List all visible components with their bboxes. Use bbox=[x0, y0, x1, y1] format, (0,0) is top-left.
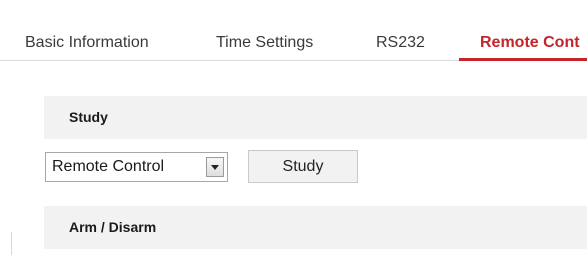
remote-control-select-value: Remote Control bbox=[52, 158, 165, 175]
remote-control-select[interactable]: Remote Control bbox=[45, 152, 228, 182]
active-tab-indicator bbox=[459, 58, 587, 61]
tab-remote-control[interactable]: Remote Cont bbox=[480, 34, 580, 52]
arm-disarm-section-header: Arm / Disarm bbox=[44, 206, 587, 249]
tab-basic-information[interactable]: Basic Information bbox=[25, 34, 149, 52]
settings-tab-bar: Basic Information Time Settings RS232 Re… bbox=[0, 0, 587, 61]
tab-time-settings[interactable]: Time Settings bbox=[216, 34, 313, 52]
chevron-down-icon bbox=[211, 165, 219, 170]
study-button[interactable]: Study bbox=[248, 150, 358, 183]
dropdown-toggle[interactable] bbox=[206, 157, 224, 177]
arm-disarm-section-title: Arm / Disarm bbox=[69, 219, 157, 235]
study-section-title: Study bbox=[69, 109, 108, 125]
study-section-header: Study bbox=[44, 96, 587, 139]
remote-control-settings-page: Basic Information Time Settings RS232 Re… bbox=[0, 0, 587, 255]
left-border-line bbox=[11, 232, 12, 255]
tab-rs232[interactable]: RS232 bbox=[376, 34, 425, 52]
